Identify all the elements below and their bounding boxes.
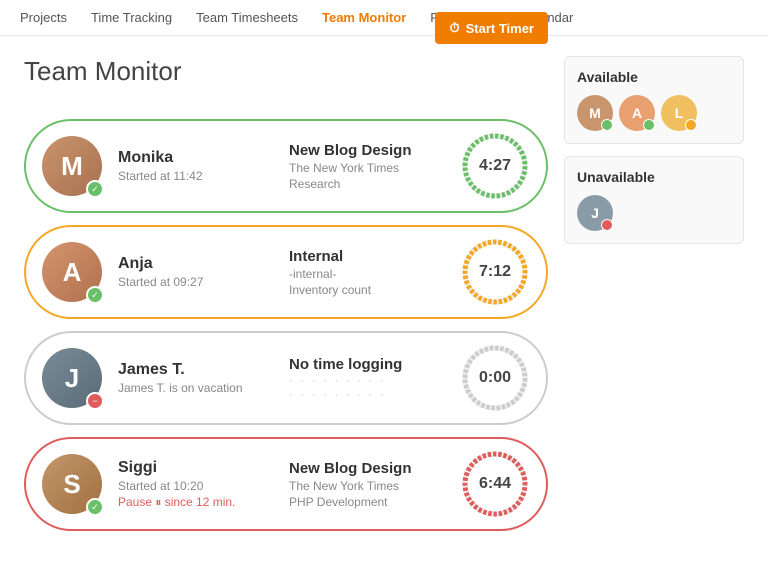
status-badge-monika: ✓ (86, 180, 104, 198)
avatar-wrap-james: J − (42, 348, 102, 408)
project-title: New Blog Design (289, 460, 460, 477)
card-info-anja: Anja Started at 09:27 (118, 255, 289, 289)
page-title: Team Monitor (24, 56, 182, 87)
card-name: Monika (118, 149, 289, 167)
timer-text: 4:27 (479, 157, 511, 175)
status-badge-anja: ✓ (86, 286, 104, 304)
card-project-james: No time logging · · · · · · · · · · · · … (289, 356, 460, 401)
mini-badge (601, 119, 613, 131)
card-project-monika: New Blog Design The New York Times Resea… (289, 142, 460, 191)
project-title: No time logging (289, 356, 460, 373)
card-started: James T. is on vacation (118, 381, 289, 395)
timer-anja: 7:12 (460, 237, 530, 307)
card-info-james: James T. James T. is on vacation (118, 361, 289, 395)
project-task: Research (289, 177, 460, 191)
timer-icon: ⏱ (449, 20, 459, 36)
project-task: PHP Development (289, 495, 460, 509)
start-timer-button[interactable]: ⏱ Start Timer (435, 12, 548, 44)
team-card-monika[interactable]: M ✓ Monika Started at 11:42 New Blog Des… (24, 119, 548, 213)
card-project-siggi: New Blog Design The New York Times PHP D… (289, 460, 460, 509)
status-badge-james: − (86, 392, 104, 410)
mini-badge (685, 119, 697, 131)
project-company: The New York Times (289, 479, 460, 493)
right-panel: Available M A L Unavailable J (564, 56, 744, 543)
project-company: The New York Times (289, 161, 460, 175)
nav-item-time-tracking[interactable]: Time Tracking (91, 10, 172, 25)
avatar-wrap-monika: M ✓ (42, 136, 102, 196)
start-timer-label: Start Timer (466, 21, 534, 36)
available-avatar-2: L (661, 95, 697, 131)
team-card-james[interactable]: J − James T. James T. is on vacation No … (24, 331, 548, 425)
unavailable-avatars: J (577, 195, 731, 231)
available-title: Available (577, 69, 731, 85)
card-project-anja: Internal -internal- Inventory count (289, 248, 460, 297)
card-started: Started at 09:27 (118, 275, 289, 289)
card-pause: Pause ⏸ since 12 min. (118, 495, 289, 510)
team-card-anja[interactable]: A ✓ Anja Started at 09:27 Internal -inte… (24, 225, 548, 319)
timer-text: 7:12 (479, 263, 511, 281)
unavailable-avatar-0: J (577, 195, 613, 231)
card-name: James T. (118, 361, 289, 379)
timer-james: 0:00 (460, 343, 530, 413)
left-panel: Team Monitor ⏱ Start Timer M ✓ Monika St… (24, 56, 548, 543)
unavailable-title: Unavailable (577, 169, 731, 185)
project-task: Inventory count (289, 283, 460, 297)
project-dots: · · · · · · · · · (289, 373, 460, 387)
team-card-siggi[interactable]: S ✓ Siggi Started at 10:20 Pause ⏸ since… (24, 437, 548, 531)
top-nav: Projects Time Tracking Team Timesheets Team… (0, 0, 768, 36)
mini-badge (643, 119, 655, 131)
team-cards-list: M ✓ Monika Started at 11:42 New Blog Des… (24, 119, 548, 531)
card-name: Siggi (118, 459, 289, 477)
avatar-wrap-siggi: S ✓ (42, 454, 102, 514)
project-company: -internal- (289, 267, 460, 281)
available-avatar-0: M (577, 95, 613, 131)
unavailable-badge (601, 219, 613, 231)
card-info-monika: Monika Started at 11:42 (118, 149, 289, 183)
available-avatar-1: A (619, 95, 655, 131)
status-badge-siggi: ✓ (86, 498, 104, 516)
card-name: Anja (118, 255, 289, 273)
project-title: Internal (289, 248, 460, 265)
card-info-siggi: Siggi Started at 10:20 Pause ⏸ since 12 … (118, 459, 289, 510)
header-row: Team Monitor ⏱ Start Timer (24, 56, 548, 103)
project-task-dots: · · · · · · · · · (289, 387, 460, 401)
nav-item-team-timesheets[interactable]: Team Timesheets (196, 10, 298, 25)
main-content: Team Monitor ⏱ Start Timer M ✓ Monika St… (0, 36, 768, 563)
timer-siggi: 6:44 (460, 449, 530, 519)
project-title: New Blog Design (289, 142, 460, 159)
card-started: Started at 10:20 (118, 479, 289, 493)
unavailable-panel: Unavailable J (564, 156, 744, 244)
timer-text: 0:00 (479, 369, 511, 387)
avatar-wrap-anja: A ✓ (42, 242, 102, 302)
timer-text: 6:44 (479, 475, 511, 493)
available-avatars: M A L (577, 95, 731, 131)
available-panel: Available M A L (564, 56, 744, 144)
nav-item-projects[interactable]: Projects (20, 10, 67, 25)
card-started: Started at 11:42 (118, 169, 289, 183)
nav-item-team-monitor[interactable]: Team Monitor (322, 10, 406, 25)
timer-monika: 4:27 (460, 131, 530, 201)
